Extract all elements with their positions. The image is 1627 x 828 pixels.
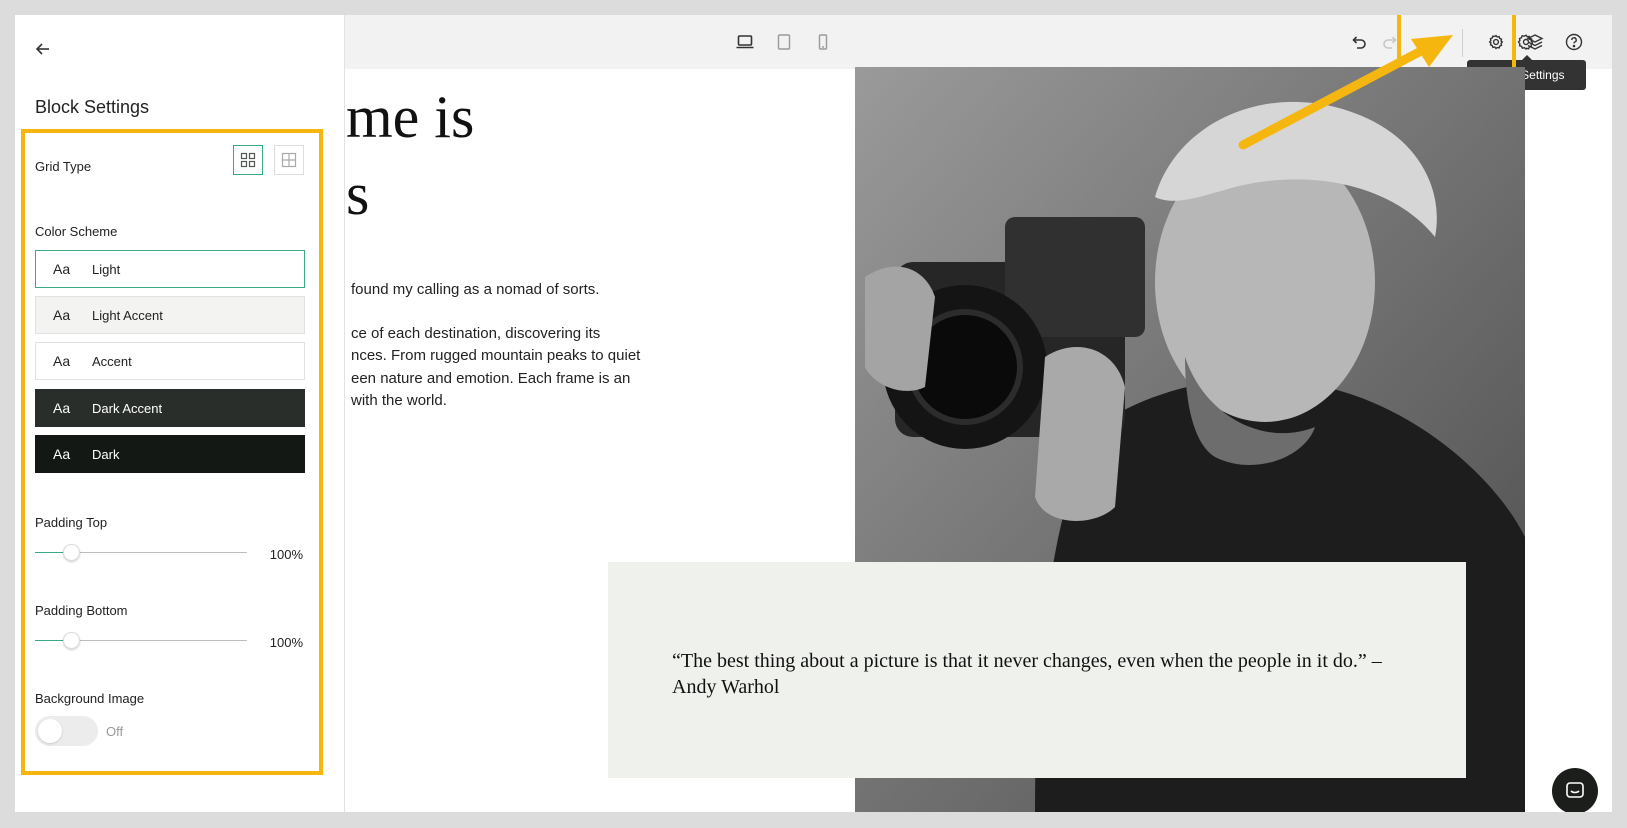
grid-type-joined-button[interactable] [274, 145, 304, 175]
padding-top-slider[interactable] [35, 543, 247, 563]
back-arrow-icon[interactable] [31, 37, 55, 61]
intro-paragraph-2: ce of each destination, discovering its … [351, 324, 641, 410]
padding-top-label: Padding Top [35, 515, 108, 530]
scheme-aa: Aa [53, 353, 71, 369]
scheme-aa: Aa [53, 400, 71, 416]
intro-paragraph-1: found my calling as a nomad of sorts. [351, 281, 600, 298]
scheme-label: Light Accent [92, 307, 163, 323]
slider-thumb[interactable] [63, 544, 81, 561]
redo-icon[interactable] [1375, 27, 1405, 57]
grid-type-spaced-button[interactable] [233, 145, 263, 175]
scheme-light-accent[interactable]: Aa Light Accent [35, 296, 305, 334]
scheme-label: Dark [92, 446, 120, 462]
background-image-label: Background Image [35, 691, 145, 706]
page-headline: me is s [346, 84, 475, 227]
scheme-dark[interactable]: Aa Dark [35, 435, 305, 473]
padding-top-value: 100% [269, 547, 303, 562]
scheme-dark-accent[interactable]: Aa Dark Accent [35, 389, 305, 427]
mobile-icon[interactable] [808, 27, 838, 57]
background-image-toggle[interactable] [35, 716, 98, 746]
editor-window: Block Settings me is s found my calling … [15, 15, 1612, 812]
quote-block[interactable]: “The best thing about a picture is that … [608, 562, 1466, 778]
intro-text: found my calling as a nomad of sorts. ce… [351, 279, 691, 434]
scheme-aa: Aa [53, 307, 71, 323]
padding-bottom-label: Padding Bottom [35, 603, 128, 618]
undo-icon[interactable] [1344, 27, 1374, 57]
scheme-accent[interactable]: Aa Accent [35, 342, 305, 380]
scheme-aa: Aa [53, 446, 71, 462]
scheme-label: Accent [92, 353, 132, 369]
scheme-label: Dark Accent [92, 400, 163, 416]
tablet-icon[interactable] [769, 27, 799, 57]
padding-bottom-slider[interactable] [35, 631, 247, 651]
block-settings-gear-icon[interactable] [1481, 27, 1511, 57]
toggle-knob [38, 719, 62, 743]
slider-thumb[interactable] [63, 632, 81, 649]
top-toolbar [345, 15, 1612, 69]
scheme-aa: Aa [53, 261, 71, 277]
scheme-label: Light [92, 261, 121, 277]
block-settings-panel: Block Settings Grid Type Color Scheme Aa… [15, 15, 345, 812]
grid-type-label: Grid Type [35, 159, 92, 174]
help-icon[interactable] [1559, 27, 1589, 57]
padding-bottom-value: 100% [269, 635, 303, 650]
quote-text: “The best thing about a picture is that … [672, 650, 1382, 698]
toolbar-divider [1462, 29, 1463, 57]
layers-icon[interactable] [1520, 27, 1550, 57]
background-image-state: Off [106, 724, 124, 739]
scheme-light[interactable]: Aa Light [35, 250, 305, 288]
chat-icon[interactable] [1552, 768, 1598, 812]
panel-title: Block Settings [35, 97, 150, 117]
color-scheme-label: Color Scheme [35, 224, 118, 239]
laptop-icon[interactable] [730, 27, 760, 57]
